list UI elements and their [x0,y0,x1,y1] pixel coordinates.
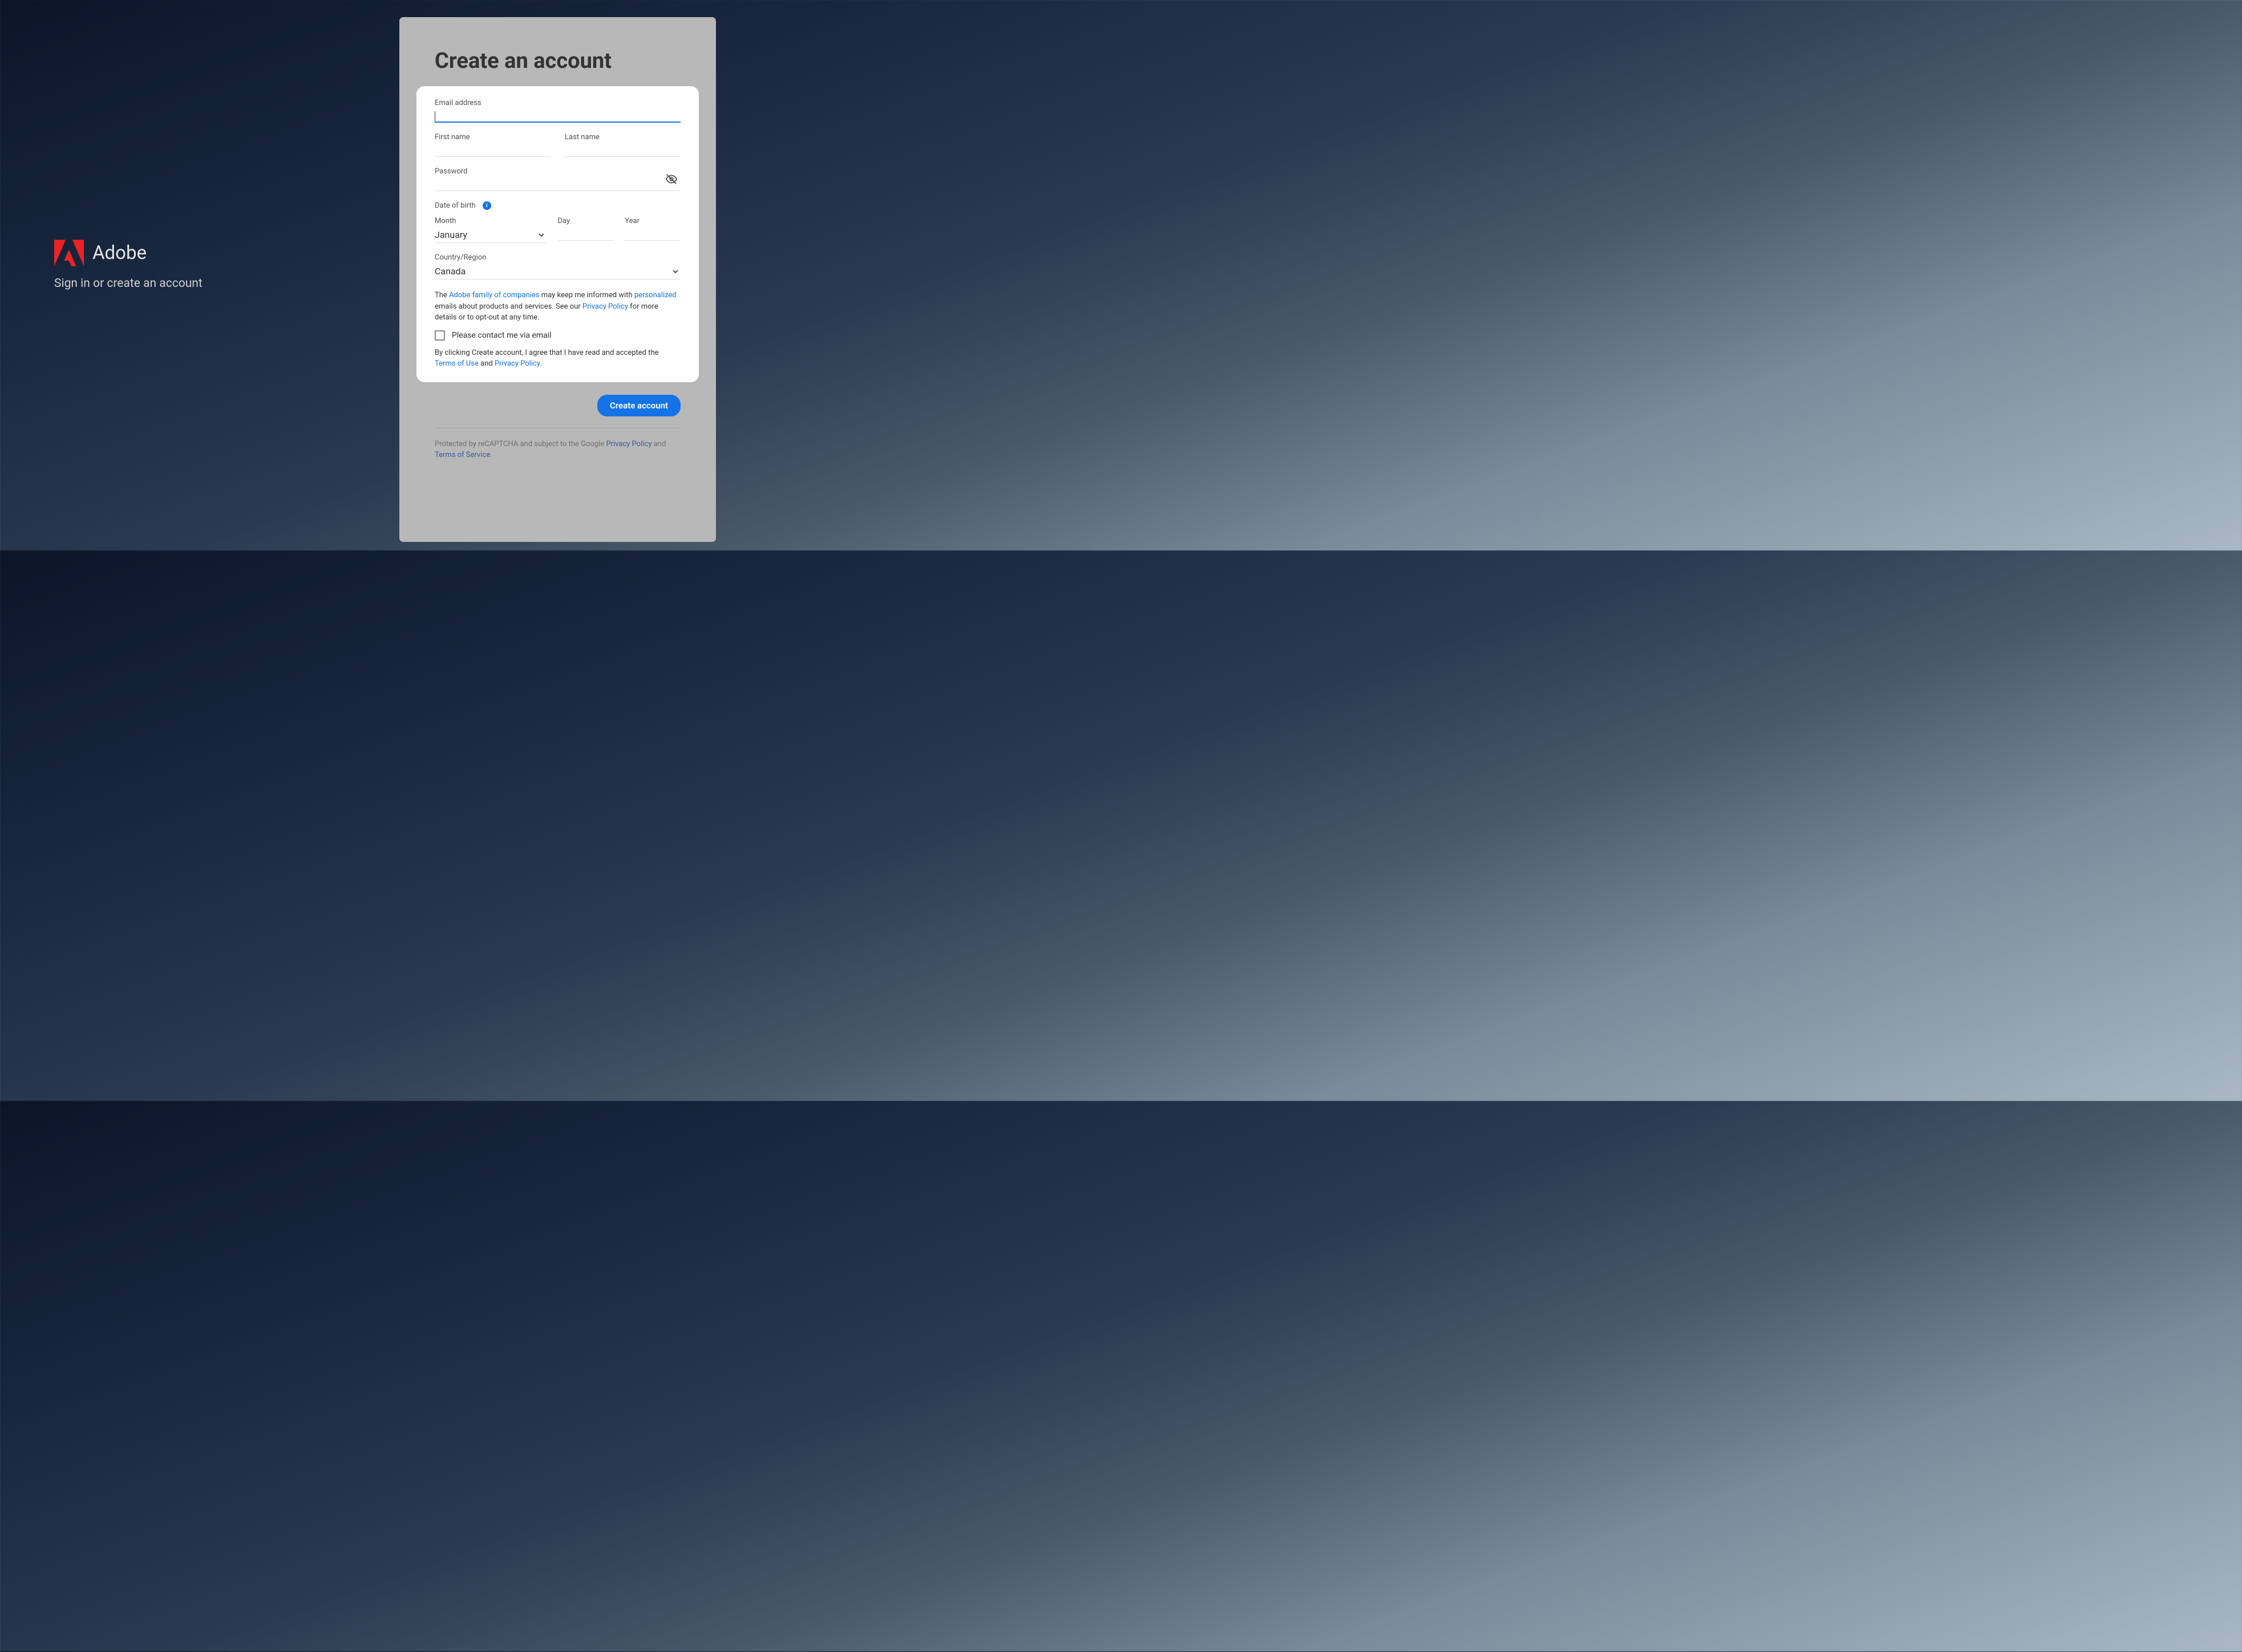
adobe-logo-icon [54,240,84,266]
consent-text: The Adobe family of companies may keep m… [435,290,681,323]
password-label: Password [435,167,681,176]
month-select[interactable]: January [435,227,547,243]
email-field[interactable] [435,109,681,123]
logo-container: Adobe [54,240,203,266]
checkbox-label: Please contact me via email [452,331,552,340]
terms-of-use-link[interactable]: Terms of Use [435,359,479,368]
checkbox-row: Please contact me via email [435,330,681,341]
email-label: Email address [435,99,681,107]
month-value: January [435,227,547,243]
personalized-link[interactable]: personalized [634,291,677,299]
contact-checkbox[interactable] [435,330,445,341]
brand-subtitle: Sign in or create an account [54,277,203,290]
day-field[interactable] [558,227,614,241]
dob-label: Date of birth [435,201,476,210]
country-label: Country/Region [435,253,681,262]
google-privacy-link[interactable]: Privacy Policy [606,440,651,448]
form-card: Email address First name Last name Passw… [416,86,699,382]
google-terms-link[interactable]: Terms of Service [435,451,490,459]
country-group: Country/Region Canada [435,253,681,280]
email-group: Email address [435,99,681,123]
lastname-label: Last name [565,133,681,141]
dob-header: Date of birth i [435,201,681,210]
brand-name: Adobe [92,242,147,264]
password-group: Password [435,167,681,191]
year-label: Year [625,217,681,225]
terms-text: By clicking Create account, I agree that… [435,347,681,370]
name-row: First name Last name [435,133,681,167]
create-account-button[interactable]: Create account [597,395,681,416]
signup-panel: Create an account Email address First na… [399,17,716,542]
firstname-field[interactable] [435,143,551,157]
privacy-policy-link-2[interactable]: Privacy Policy [495,359,540,368]
password-field[interactable] [435,177,681,191]
firstname-label: First name [435,133,551,141]
brand-section: Adobe Sign in or create an account [54,240,203,290]
lastname-field[interactable] [565,143,681,157]
country-value: Canada [435,264,681,280]
adobe-companies-link[interactable]: Adobe family of companies [449,291,539,299]
eye-slash-icon[interactable] [665,173,678,185]
dob-row: Month January Day Year [435,217,681,253]
country-select[interactable]: Canada [435,264,681,280]
month-label: Month [435,217,547,225]
privacy-policy-link[interactable]: Privacy Policy [582,302,628,311]
year-field[interactable] [625,227,681,241]
panel-title: Create an account [435,48,699,74]
day-label: Day [558,217,614,225]
info-icon[interactable]: i [483,201,491,210]
footer-text: Protected by reCAPTCHA and subject to th… [435,439,681,461]
